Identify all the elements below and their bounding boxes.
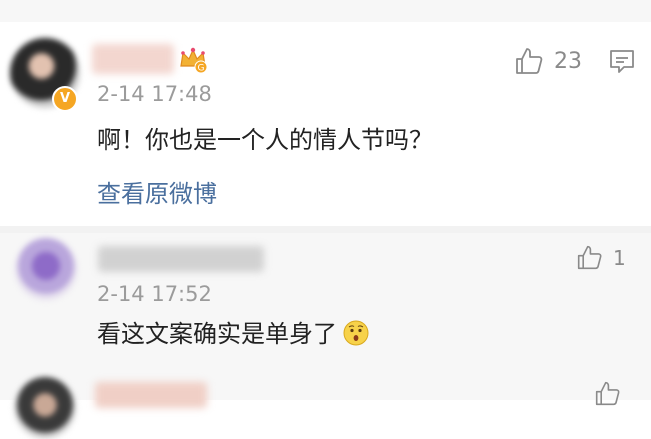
- avatar[interactable]: [14, 377, 76, 439]
- comment-text-body: 看这文案确实是单身了: [97, 320, 337, 348]
- comment-time: 2-14 17:52: [97, 282, 212, 306]
- surprised-face-emoji: [343, 320, 369, 346]
- like-count: 23: [554, 48, 582, 74]
- view-original-link[interactable]: 查看原微博: [97, 174, 217, 209]
- thumbs-up-icon: [516, 48, 543, 74]
- top-separator: [0, 0, 651, 22]
- username-blurred[interactable]: [92, 44, 174, 74]
- avatar[interactable]: [15, 238, 77, 300]
- username-blurred[interactable]: [95, 382, 207, 408]
- svg-text:G: G: [198, 64, 205, 74]
- comment-text: 啊！你也是一个人的情人节吗？: [97, 126, 433, 154]
- thumbs-up-icon: [577, 245, 602, 270]
- username-blurred[interactable]: [98, 246, 264, 272]
- like-button[interactable]: [594, 380, 621, 407]
- comment-text: 看这文案确实是单身了: [97, 314, 369, 349]
- reply-icon[interactable]: [608, 47, 636, 75]
- like-count: 1: [613, 245, 626, 270]
- thumbs-up-icon: [595, 381, 620, 406]
- like-button[interactable]: 23: [514, 46, 582, 76]
- section-divider: [0, 226, 651, 233]
- verified-badge: V: [52, 86, 78, 112]
- like-button[interactable]: 1: [576, 244, 626, 271]
- comment-time: 2-14 17:48: [97, 82, 212, 106]
- crown-icon: G: [180, 47, 208, 74]
